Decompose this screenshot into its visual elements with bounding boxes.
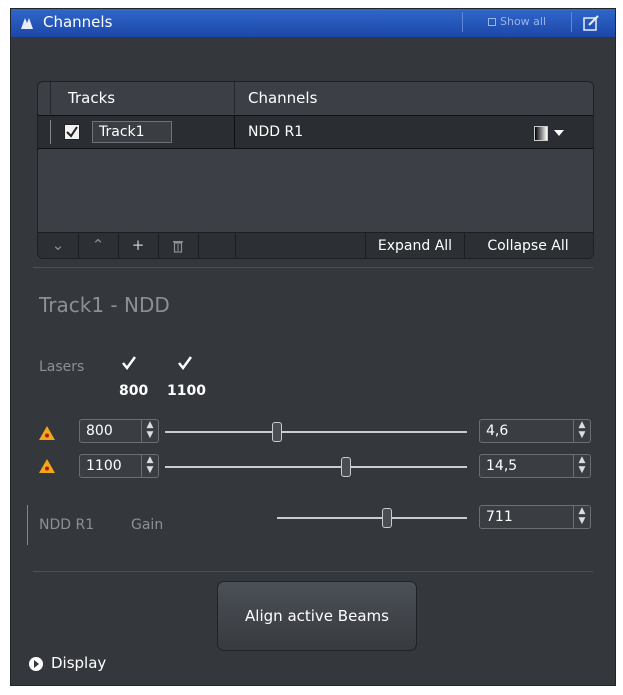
- tracks-toolbar: ⌄ ⌃ + Expand All Collapse All: [38, 232, 593, 258]
- channel-name[interactable]: NDD R1: [248, 116, 303, 148]
- channels-panel: Channels Show all Tracks Channels Track1…: [10, 8, 616, 686]
- laser-800-slider[interactable]: [165, 431, 467, 433]
- warning-icon: [39, 426, 55, 440]
- show-all-toggle[interactable]: Show all: [462, 12, 572, 32]
- lasers-label: Lasers: [39, 359, 85, 375]
- edit-icon[interactable]: [583, 14, 600, 31]
- add-button[interactable]: +: [118, 233, 159, 258]
- show-all-label: Show all: [499, 15, 547, 28]
- show-all-checkbox-icon: [487, 18, 496, 26]
- spinner-arrows-icon[interactable]: ▲ ▼: [573, 506, 590, 528]
- divider: [33, 571, 593, 572]
- expand-all-button[interactable]: Expand All: [365, 233, 465, 258]
- gain-slider-handle[interactable]: [382, 508, 393, 528]
- laser-1100-wavelength-spinner[interactable]: 1100 ▲ ▼: [79, 454, 159, 478]
- laser-800-checkbox[interactable]: [121, 355, 137, 371]
- table-row[interactable]: Track1 NDD R1: [38, 115, 593, 149]
- window-title: Channels: [43, 13, 113, 31]
- laser-800-wavelength-spinner[interactable]: 800 ▲ ▼: [79, 419, 159, 443]
- tracks-table: Tracks Channels Track1 NDD R1 ⌄ ⌃ + Expa…: [37, 81, 594, 259]
- collapse-all-button[interactable]: Collapse All: [465, 233, 591, 258]
- gain-spinner[interactable]: 711 ▲ ▼: [479, 505, 591, 529]
- display-section-toggle[interactable]: Display: [51, 654, 106, 672]
- detector-name: NDD R1: [39, 517, 95, 533]
- laser-800-power-spinner[interactable]: 4,6 ▲ ▼: [479, 419, 591, 443]
- track-checkbox[interactable]: [64, 124, 80, 140]
- spinner-arrows-icon[interactable]: ▲ ▼: [573, 455, 590, 477]
- laser-1100-slider[interactable]: [165, 466, 467, 468]
- expand-arrow-icon[interactable]: [29, 657, 43, 671]
- laser-1100-slider-handle[interactable]: [341, 457, 352, 477]
- delete-button[interactable]: [158, 233, 199, 258]
- warning-icon: [39, 459, 55, 473]
- tracks-header[interactable]: Tracks: [68, 82, 115, 114]
- spinner-arrows-icon[interactable]: ▲ ▼: [141, 455, 158, 477]
- channels-header[interactable]: Channels: [248, 82, 317, 114]
- color-swatch[interactable]: [534, 126, 548, 141]
- divider: [33, 267, 593, 268]
- spinner-arrows-icon[interactable]: ▲ ▼: [141, 420, 158, 442]
- laser-800-slider-handle[interactable]: [271, 422, 282, 442]
- chevron-down-icon[interactable]: [554, 130, 564, 136]
- spinner-arrows-icon[interactable]: ▲ ▼: [573, 420, 590, 442]
- title-bar: Channels Show all: [11, 9, 615, 38]
- track-name-field[interactable]: Track1: [92, 121, 172, 143]
- move-up-button[interactable]: ⌃: [78, 233, 119, 258]
- gain-label: Gain: [131, 517, 164, 533]
- laser-1100-power-spinner[interactable]: 14,5 ▲ ▼: [479, 454, 591, 478]
- track-heading: Track1 - NDD: [39, 293, 170, 317]
- laser-1100-checkbox[interactable]: [177, 355, 193, 371]
- move-down-button[interactable]: ⌄: [38, 233, 79, 258]
- channels-icon: [21, 18, 33, 29]
- align-active-beams-button[interactable]: Align active Beams: [217, 581, 417, 651]
- trash-icon: [173, 241, 183, 253]
- gain-slider[interactable]: [277, 517, 467, 519]
- laser-800-label: 800: [119, 383, 149, 399]
- laser-1100-label: 1100: [167, 383, 206, 399]
